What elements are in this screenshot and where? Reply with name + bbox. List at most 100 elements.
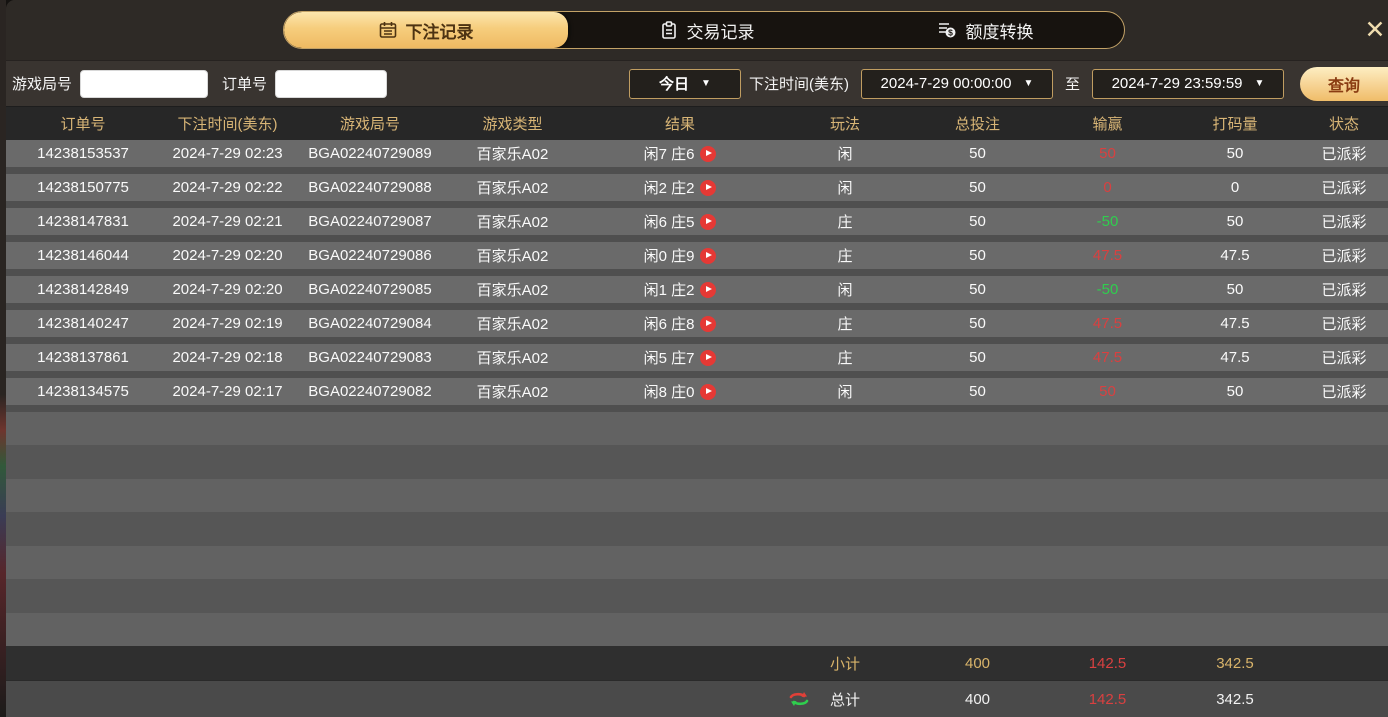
table-cell: 50 <box>1226 145 1244 162</box>
play-video-icon[interactable] <box>700 213 717 230</box>
table-cell: BGA02240729082 <box>308 383 432 400</box>
table-cell: BGA02240729085 <box>308 281 432 298</box>
end-time-select[interactable]: 2024-7-29 23:59:59 ▼ <box>1092 68 1284 99</box>
subtotal-row: 小计 400 142.5 342.5 <box>6 646 1388 680</box>
search-button[interactable]: 查询 <box>1300 66 1388 101</box>
chevron-down-icon: ▼ <box>1023 78 1034 89</box>
table-cell: 百家乐A02 <box>476 350 549 367</box>
table-row[interactable]: 14238140247 2024-7-29 02:19 BGA02240729084… <box>6 310 1388 344</box>
column-header: 打码量 <box>1212 116 1258 133</box>
game-round-label: 游戏局号 <box>12 76 73 93</box>
table-cell: 已派彩 <box>1321 214 1367 231</box>
total-row: 总计 400 142.5 342.5 <box>6 680 1388 717</box>
bet-records-modal: 下注记录 交易记录 $ 额度转换 ✕ 游戏局号 订单号 今日 ▼ 下注时间(美东… <box>6 0 1388 717</box>
table-cell: 闲 <box>837 384 853 401</box>
play-video-icon[interactable] <box>700 383 717 400</box>
table-cell: 闲 <box>837 180 853 197</box>
table-cell: BGA02240729088 <box>308 179 432 196</box>
play-video-icon[interactable] <box>700 247 717 264</box>
result-text: 闲5 庄7 <box>643 350 695 367</box>
play-video-icon[interactable] <box>700 315 717 332</box>
table-cell: BGA02240729083 <box>308 349 432 366</box>
tab-quota-transfer[interactable]: $ 额度转换 <box>846 12 1124 48</box>
table-row[interactable]: 14238146044 2024-7-29 02:20 BGA02240729086… <box>6 242 1388 276</box>
table-cell: 0 <box>1103 179 1112 196</box>
column-header: 游戏局号 <box>339 116 400 133</box>
table-cell: 50 <box>969 213 986 230</box>
column-header: 游戏类型 <box>482 116 543 133</box>
table-cell: 50 <box>969 281 986 298</box>
table-cell: 百家乐A02 <box>476 248 549 265</box>
total-total-bet: 400 <box>964 690 991 708</box>
start-time-select[interactable]: 2024-7-29 00:00:00 ▼ <box>860 68 1053 99</box>
tab-label: 额度转换 <box>965 22 1034 42</box>
play-video-icon[interactable] <box>700 179 717 196</box>
result-text: 闲6 庄5 <box>643 214 695 231</box>
table-row[interactable]: 14238134575 2024-7-29 02:17 BGA02240729082… <box>6 378 1388 412</box>
table-body: 14238153537 2024-7-29 02:23 BGA02240729089… <box>6 140 1388 412</box>
bet-time-label: 下注时间(美东) <box>748 76 849 93</box>
tab-transactions[interactable]: 交易记录 <box>568 12 846 48</box>
table-row[interactable]: 14238150775 2024-7-29 02:22 BGA02240729088… <box>6 174 1388 208</box>
tab-bet-records[interactable]: 下注记录 <box>284 12 568 48</box>
empty-table-row <box>6 445 1388 479</box>
table-cell: 50 <box>1099 383 1116 400</box>
table-cell: 闲1 庄2 <box>580 279 780 300</box>
table-cell: 已派彩 <box>1321 316 1367 333</box>
tab-label: 交易记录 <box>686 22 755 42</box>
order-no-label: 订单号 <box>222 76 268 93</box>
subtotal-total-bet: 400 <box>964 654 991 672</box>
table-cell: 闲5 庄7 <box>580 347 780 368</box>
table-row[interactable]: 14238142849 2024-7-29 02:20 BGA02240729085… <box>6 276 1388 310</box>
date-preset-select[interactable]: 今日 ▼ <box>628 68 741 99</box>
calendar-icon <box>379 21 397 39</box>
table-cell: 14238147831 <box>37 213 129 230</box>
column-header: 下注时间(美东) <box>177 116 278 133</box>
table-cell: 已派彩 <box>1321 282 1367 299</box>
table-cell: 47.5 <box>1220 349 1250 366</box>
table-row[interactable]: 14238153537 2024-7-29 02:23 BGA02240729089… <box>6 140 1388 174</box>
tab-label: 下注记录 <box>405 22 474 42</box>
table-cell: 闲6 庄8 <box>580 313 780 334</box>
empty-rows-area <box>6 412 1388 646</box>
result-text: 闲8 庄0 <box>643 384 695 401</box>
table-cell: 14238150775 <box>37 179 129 196</box>
table-row[interactable]: 14238147831 2024-7-29 02:21 BGA02240729087… <box>6 208 1388 242</box>
empty-table-row <box>6 512 1388 546</box>
table-cell: 47.5 <box>1092 315 1123 332</box>
table-cell: 50 <box>969 179 986 196</box>
filter-bar: 游戏局号 订单号 今日 ▼ 下注时间(美东) 2024-7-29 00:00:0… <box>6 60 1388 106</box>
table-cell: 庄 <box>837 248 853 265</box>
play-video-icon[interactable] <box>700 349 717 366</box>
table-cell: 2024-7-29 02:17 <box>172 383 283 400</box>
game-round-input[interactable] <box>80 69 209 98</box>
table-cell: -50 <box>1096 281 1119 298</box>
table-cell: 百家乐A02 <box>476 146 549 163</box>
chevron-down-icon: ▼ <box>701 78 711 89</box>
column-header: 输赢 <box>1092 116 1123 133</box>
table-cell: 百家乐A02 <box>476 384 549 401</box>
table-cell: 50 <box>969 349 986 366</box>
result-text: 闲2 庄2 <box>643 180 695 197</box>
result-text: 闲7 庄6 <box>643 146 695 163</box>
table-cell: 闲2 庄2 <box>580 177 780 198</box>
result-text: 闲1 庄2 <box>643 282 695 299</box>
table-cell: 闲8 庄0 <box>580 381 780 402</box>
empty-table-row <box>6 412 1388 446</box>
table-row[interactable]: 14238137861 2024-7-29 02:18 BGA02240729083… <box>6 344 1388 378</box>
refresh-swap-icon[interactable] <box>788 691 810 707</box>
table-cell: 50 <box>969 145 986 162</box>
filter-right-group: 今日 ▼ 下注时间(美东) 2024-7-29 00:00:00 ▼ 至 202… <box>628 66 1388 101</box>
order-no-input[interactable] <box>275 69 388 98</box>
table-cell: BGA02240729087 <box>308 213 432 230</box>
table-cell: 50 <box>969 383 986 400</box>
play-video-icon[interactable] <box>700 281 717 298</box>
play-video-icon[interactable] <box>700 145 717 162</box>
column-header: 总投注 <box>954 116 1000 133</box>
table-cell: 百家乐A02 <box>476 214 549 231</box>
column-header: 状态 <box>1328 116 1359 133</box>
close-icon[interactable]: ✕ <box>1362 17 1388 43</box>
table-cell: 已派彩 <box>1321 146 1367 163</box>
table-cell: 2024-7-29 02:22 <box>172 179 283 196</box>
table-cell: 2024-7-29 02:21 <box>172 213 283 230</box>
